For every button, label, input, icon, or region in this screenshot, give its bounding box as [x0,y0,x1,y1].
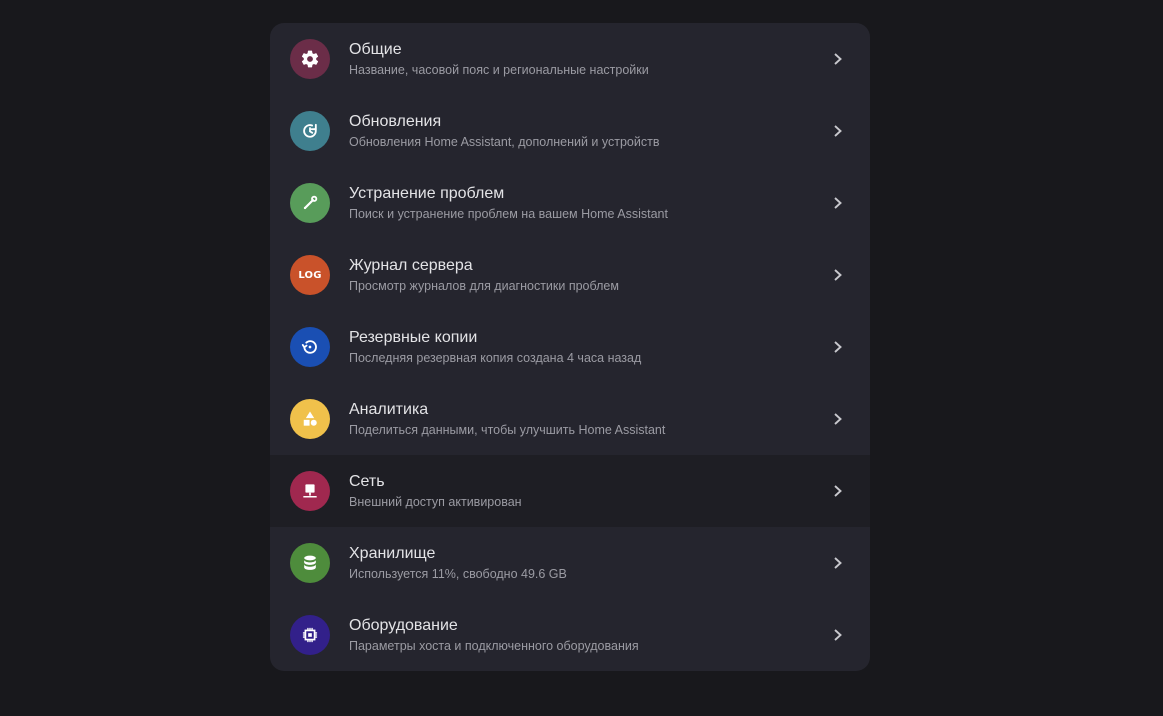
row-subtitle: Просмотр журналов для диагностики пробле… [349,279,619,293]
chevron-right-icon [832,411,844,427]
chevron-right-icon [832,339,844,355]
row-subtitle: Последняя резервная копия создана 4 часа… [349,351,642,365]
row-hardware[interactable]: Оборудование Параметры хоста и подключен… [270,599,870,671]
row-title: Хранилище [349,545,436,562]
chevron-right-icon [832,627,844,643]
chevron-right-icon [832,483,844,499]
row-subtitle: Поиск и устранение проблем на вашем Home… [349,207,668,221]
row-backups[interactable]: Резервные копии Последняя резервная копи… [270,311,870,383]
chevron-right-icon [832,123,844,139]
row-title: Сеть [349,473,385,490]
chevron-right-icon [832,267,844,283]
row-subtitle: Название, часовой пояс и региональные на… [349,63,649,77]
network-icon [290,471,330,511]
chevron-right-icon [832,195,844,211]
settings-system-card: Общие Название, часовой пояс и региональ… [270,23,870,671]
log-icon: LOG [290,255,330,295]
database-icon [290,543,330,583]
row-updates[interactable]: Обновления Обновления Home Assistant, до… [270,95,870,167]
row-network[interactable]: Сеть Внешний доступ активирован [270,455,870,527]
row-subtitle: Поделиться данными, чтобы улучшить Home … [349,423,666,437]
row-title: Резервные копии [349,329,478,346]
row-title: Аналитика [349,401,429,418]
chevron-right-icon [832,51,844,67]
cog-icon [290,39,330,79]
row-title: Устранение проблем [349,185,505,202]
row-analytics[interactable]: Аналитика Поделиться данными, чтобы улуч… [270,383,870,455]
row-title: Оборудование [349,617,458,634]
row-logs[interactable]: LOG Журнал сервера Просмотр журналов для… [270,239,870,311]
row-repairs[interactable]: Устранение проблем Поиск и устранение пр… [270,167,870,239]
row-subtitle: Параметры хоста и подключенного оборудов… [349,639,639,653]
row-title: Общие [349,41,402,58]
row-storage[interactable]: Хранилище Используется 11%, свободно 49.… [270,527,870,599]
log-icon-text: LOG [298,269,322,281]
row-subtitle: Используется 11%, свободно 49.6 GB [349,567,567,581]
row-subtitle: Обновления Home Assistant, дополнений и … [349,135,660,149]
row-subtitle: Внешний доступ активирован [349,495,522,509]
chip-icon [290,615,330,655]
wrench-icon [290,183,330,223]
chevron-right-icon [832,555,844,571]
row-title: Обновления [349,113,442,130]
shapes-icon [290,399,330,439]
row-general[interactable]: Общие Название, часовой пояс и региональ… [270,23,870,95]
row-title: Журнал сервера [349,257,473,274]
backup-icon [290,327,330,367]
update-icon [290,111,330,151]
